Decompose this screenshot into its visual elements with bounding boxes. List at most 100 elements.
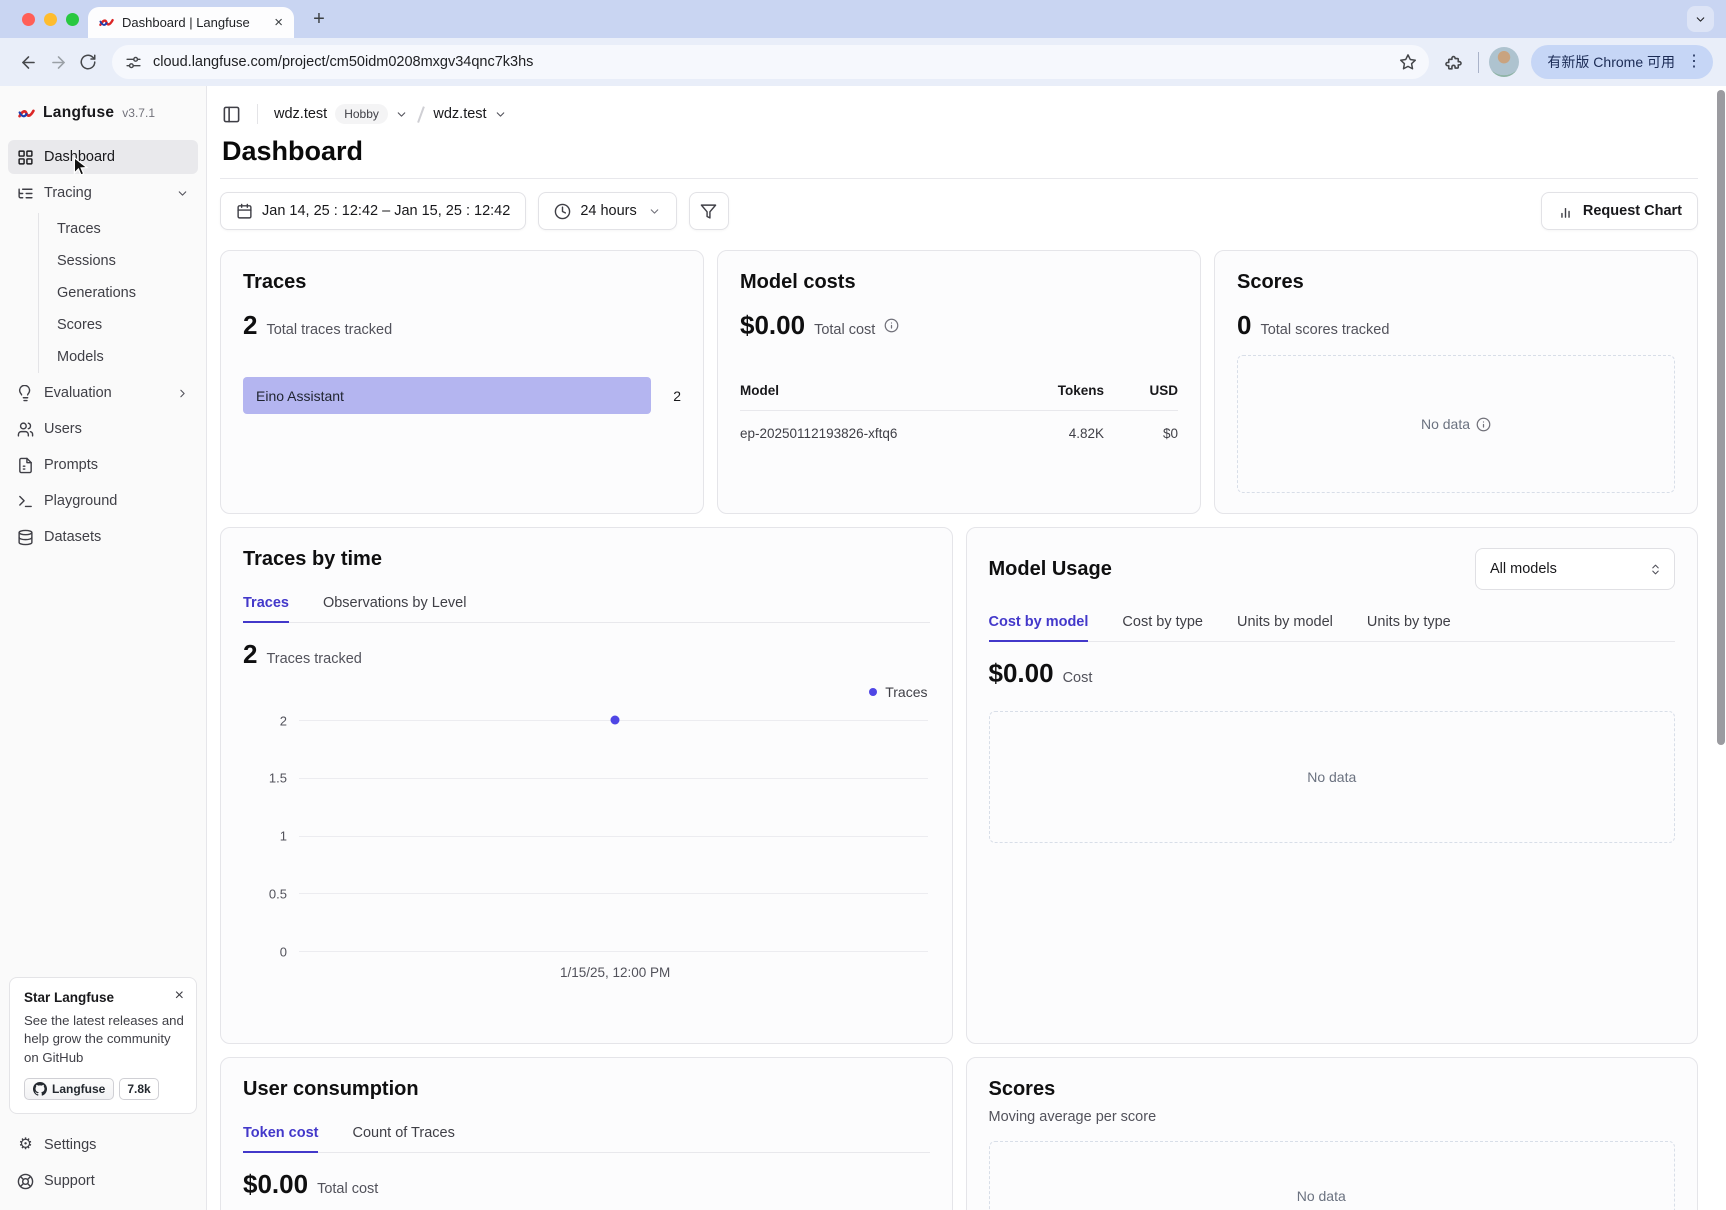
back-button[interactable] <box>13 47 43 77</box>
tab-title: Dashboard | Langfuse <box>122 15 264 30</box>
tab-units-by-model[interactable]: Units by model <box>1237 614 1333 641</box>
cell-usd: $0 <box>1104 426 1178 441</box>
tab-cost-by-model[interactable]: Cost by model <box>989 614 1089 641</box>
chevron-down-icon <box>176 187 189 200</box>
project-name[interactable]: wdz.test <box>433 106 486 122</box>
request-chart-button[interactable]: Request Chart <box>1541 192 1698 230</box>
browser-tabstrip: Dashboard | Langfuse × + <box>0 0 1726 38</box>
no-data-label: No data <box>1421 416 1470 432</box>
no-data-box: No data <box>1237 355 1675 493</box>
scores-over-time-card: Scores Moving average per score No data <box>966 1057 1699 1210</box>
org-name[interactable]: wdz.test <box>274 106 327 122</box>
star-langfuse-card: Star Langfuse × See the latest releases … <box>9 977 197 1114</box>
model-filter-select[interactable]: All models <box>1475 548 1675 590</box>
user-consumption-label: Total cost <box>317 1181 378 1197</box>
tab-count-of-traces[interactable]: Count of Traces <box>352 1125 454 1152</box>
filter-button[interactable] <box>689 192 729 230</box>
chevron-down-icon[interactable] <box>494 108 507 121</box>
extensions-button[interactable] <box>1438 47 1468 77</box>
file-text-icon <box>17 457 34 474</box>
close-icon[interactable]: × <box>175 990 184 1003</box>
github-icon <box>33 1082 47 1096</box>
tab-token-cost[interactable]: Token cost <box>243 1125 318 1152</box>
date-range-label: Jan 14, 25 : 12:42 – Jan 15, 25 : 12:42 <box>262 203 510 219</box>
tab-units-by-type[interactable]: Units by type <box>1367 614 1451 641</box>
col-usd: USD <box>1104 383 1178 398</box>
sidebar-item-support[interactable]: Support <box>8 1164 198 1198</box>
traces-total-value: 2 <box>243 310 257 341</box>
sidebar-item-traces[interactable]: Traces <box>39 213 198 245</box>
y-tick-label: 2 <box>280 713 287 728</box>
sidebar-item-scores[interactable]: Scores <box>39 309 198 341</box>
tab-traces[interactable]: Traces <box>243 595 289 622</box>
tracing-subnav: Traces Sessions Generations Scores Model… <box>38 213 198 373</box>
header-divider <box>220 178 1698 179</box>
github-stars-count[interactable]: 7.8k <box>119 1078 158 1100</box>
user-consumption-card: User consumption Token cost Count of Tra… <box>220 1057 953 1210</box>
legend-dot <box>869 688 877 696</box>
reload-button[interactable] <box>73 47 103 77</box>
card-title: Model costs <box>740 271 1178 294</box>
sidebar-item-prompts[interactable]: Prompts <box>8 448 198 482</box>
user-consumption-value: $0.00 <box>243 1169 308 1200</box>
main-content: wdz.test Hobby wdz.test Dashboard <box>207 86 1726 1210</box>
time-window-button[interactable]: 24 hours <box>538 192 676 230</box>
tab-observations-by-level[interactable]: Observations by Level <box>323 595 466 622</box>
sidebar-item-settings[interactable]: ⚙ Settings <box>8 1128 198 1162</box>
tab-cost-by-type[interactable]: Cost by type <box>1122 614 1203 641</box>
langfuse-logo <box>18 105 35 122</box>
panel-left-icon <box>222 105 241 124</box>
sidebar-item-datasets[interactable]: Datasets <box>8 520 198 554</box>
sidebar-item-evaluation[interactable]: Evaluation <box>8 376 198 410</box>
traces-bar: Eino Assistant <box>243 377 651 414</box>
site-info-icon[interactable] <box>125 54 142 71</box>
forward-button[interactable] <box>43 47 73 77</box>
scrollbar-thumb[interactable] <box>1717 90 1725 745</box>
no-data-label: No data <box>1297 1188 1346 1204</box>
sidebar-item-generations[interactable]: Generations <box>39 277 198 309</box>
chevron-down-icon <box>1694 13 1707 26</box>
traces-tracked-value: 2 <box>243 639 257 670</box>
tab-close-icon[interactable]: × <box>272 15 285 30</box>
address-bar[interactable]: cloud.langfuse.com/project/cm50idm0208mx… <box>112 45 1429 79</box>
chrome-update-label: 有新版 Chrome 可用 <box>1547 52 1675 72</box>
puzzle-icon <box>1444 53 1463 72</box>
chrome-update-button[interactable]: 有新版 Chrome 可用 ⋮ <box>1531 45 1713 79</box>
cell-model: ep-20250112193826-xftq6 <box>740 426 1012 441</box>
minimize-window-button[interactable] <box>44 13 57 26</box>
tab-search-button[interactable] <box>1687 6 1714 32</box>
sidebar-item-users[interactable]: Users <box>8 412 198 446</box>
sidebar-item-label: Models <box>57 349 104 365</box>
url-text[interactable]: cloud.langfuse.com/project/cm50idm0208mx… <box>153 54 1388 70</box>
legend-label: Traces <box>885 684 927 700</box>
sidebar-item-models[interactable]: Models <box>39 341 198 373</box>
browser-menu-icon[interactable]: ⋮ <box>1686 54 1702 70</box>
list-tree-icon <box>17 185 34 202</box>
bookmark-star-icon[interactable] <box>1399 53 1417 71</box>
close-window-button[interactable] <box>22 13 35 26</box>
browser-tab[interactable]: Dashboard | Langfuse × <box>88 7 294 38</box>
zoom-window-button[interactable] <box>66 13 79 26</box>
sidebar-item-tracing[interactable]: Tracing <box>8 176 198 210</box>
sidebar-toggle-button[interactable] <box>220 103 243 126</box>
chevron-down-icon[interactable] <box>395 108 408 121</box>
scores-card: Scores 0 Total scores tracked No data <box>1214 250 1698 514</box>
cards-row-1: Traces 2 Total traces tracked Eino Assis… <box>220 250 1698 514</box>
traces-bar-label: Eino Assistant <box>256 388 344 404</box>
traces-tracked-label: Traces tracked <box>266 651 361 667</box>
sidebar: Langfuse v3.7.1 Dashboard Tracing <box>0 86 207 1210</box>
sidebar-item-sessions[interactable]: Sessions <box>39 245 198 277</box>
new-tab-button[interactable]: + <box>306 6 332 32</box>
github-repo-badge[interactable]: Langfuse <box>24 1078 114 1100</box>
date-range-button[interactable]: Jan 14, 25 : 12:42 – Jan 15, 25 : 12:42 <box>220 192 526 230</box>
profile-avatar[interactable] <box>1489 47 1519 77</box>
plan-badge: Hobby <box>335 104 388 124</box>
sidebar-item-dashboard[interactable]: Dashboard <box>8 140 198 174</box>
sidebar-item-playground[interactable]: Playground <box>8 484 198 518</box>
data-point <box>611 716 620 725</box>
gear-icon: ⚙ <box>17 1137 34 1153</box>
sidebar-nav: Dashboard Tracing Traces Sessions Genera… <box>0 140 206 556</box>
table-header-row: Model Tokens USD <box>740 383 1178 411</box>
model-costs-card: Model costs $0.00 Total cost Model Token… <box>717 250 1201 514</box>
traces-total-label: Total traces tracked <box>266 322 392 338</box>
